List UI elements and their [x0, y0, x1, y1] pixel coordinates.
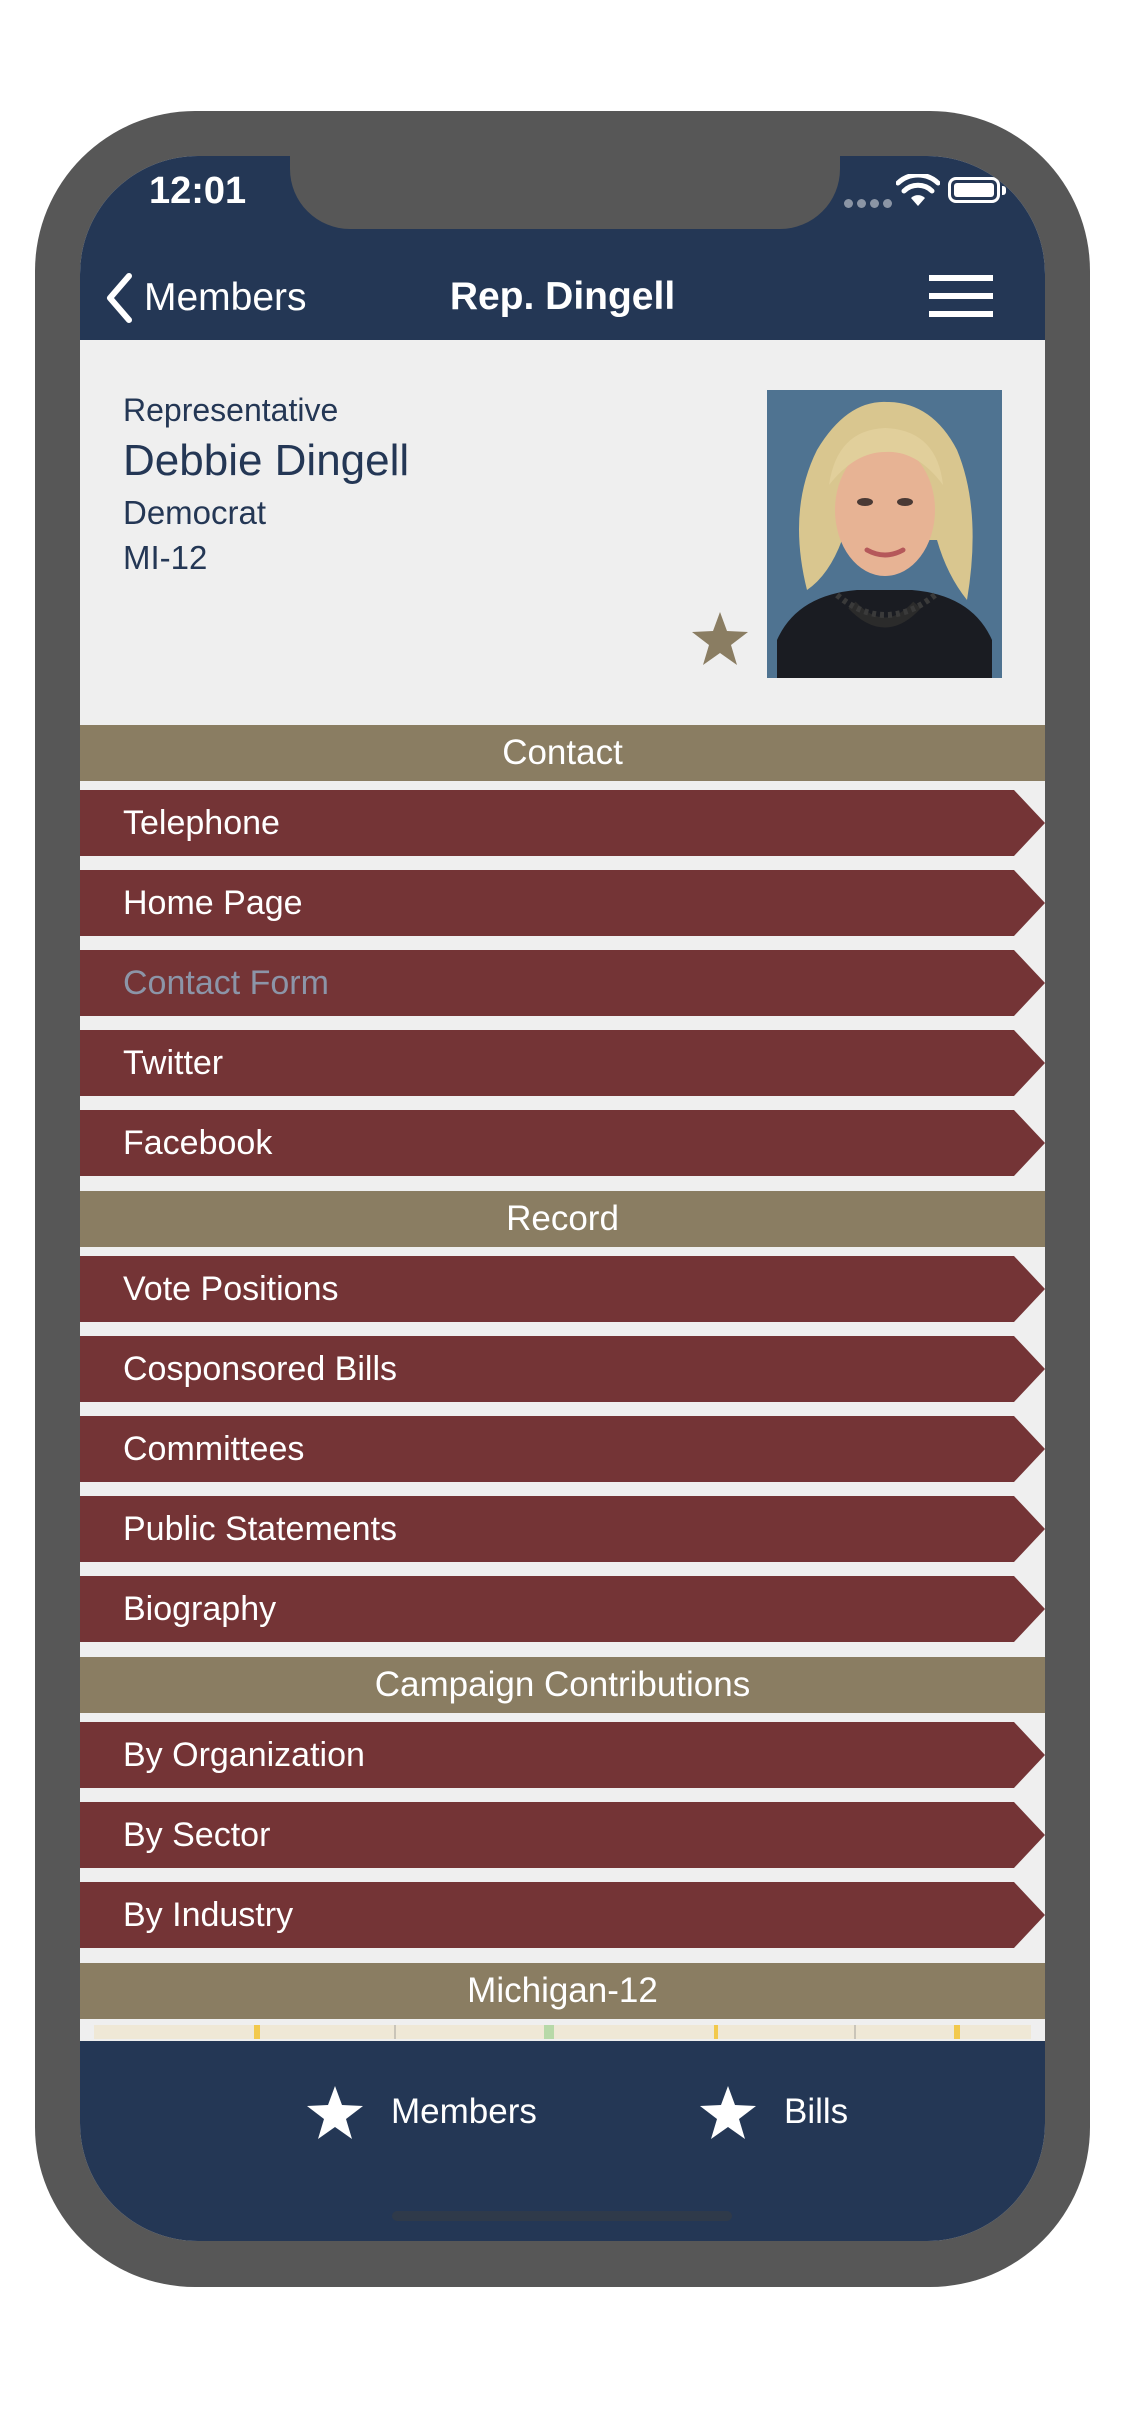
member-portrait	[767, 390, 1002, 678]
battery-icon	[948, 177, 1006, 203]
record-vote-positions-row[interactable]: Vote Positions	[80, 1256, 1045, 1322]
contact-twitter-row[interactable]: Twitter	[80, 1030, 1045, 1096]
map-tiles	[94, 2025, 1031, 2039]
contact-home-page-row[interactable]: Home Page	[80, 870, 1045, 936]
tab-bills-label: Bills	[784, 2092, 849, 2131]
contributions-by-industry-row[interactable]: By Industry	[80, 1882, 1045, 1948]
device-notch	[290, 156, 840, 229]
record-public-statements-row[interactable]: Public Statements	[80, 1496, 1045, 1562]
status-bar: 12:01	[80, 156, 1045, 253]
member-district: MI-12	[123, 539, 208, 576]
star-icon	[700, 2085, 756, 2139]
record-cosponsored-bills-row[interactable]: Cosponsored Bills	[80, 1336, 1045, 1402]
status-time: 12:01	[149, 170, 247, 212]
tab-members-label: Members	[391, 2092, 537, 2131]
tab-bills[interactable]: Bills	[698, 2080, 848, 2144]
home-indicator[interactable]	[392, 2211, 732, 2221]
navigation-bar: Members Rep. Dingell	[80, 253, 1045, 340]
section-header-contributions: Campaign Contributions	[80, 1657, 1045, 1713]
member-role: Representative	[123, 392, 339, 428]
contributions-by-sector-row[interactable]: By Sector	[80, 1802, 1045, 1868]
favorite-star-icon[interactable]	[690, 610, 750, 667]
tab-bar: Members Bills	[80, 2041, 1045, 2241]
section-header-record: Record	[80, 1191, 1045, 1247]
record-biography-row[interactable]: Biography	[80, 1576, 1045, 1642]
section-header-contact: Contact	[80, 725, 1045, 781]
member-party: Democrat	[123, 494, 267, 531]
contact-telephone-row[interactable]: Telephone	[80, 790, 1045, 856]
wifi-icon	[896, 174, 940, 206]
contact-facebook-row[interactable]: Facebook	[80, 1110, 1045, 1176]
app-screen: 12:01 Members Rep. Dingell Representativ…	[80, 156, 1045, 2241]
record-committees-row[interactable]: Committees	[80, 1416, 1045, 1482]
tab-members[interactable]: Members	[305, 2080, 537, 2144]
member-profile: Representative Debbie Dingell Democrat M…	[80, 340, 1045, 725]
page-title: Rep. Dingell	[449, 275, 676, 318]
contact-form-row: Contact Form	[80, 950, 1045, 1016]
star-icon	[307, 2085, 363, 2139]
contributions-by-organization-row[interactable]: By Organization	[80, 1722, 1045, 1788]
menu-button[interactable]	[929, 275, 993, 319]
hamburger-icon	[929, 275, 993, 281]
section-header-map: Michigan-12	[80, 1963, 1045, 2019]
district-map[interactable]	[94, 2025, 1031, 2039]
member-name: Debbie Dingell	[123, 436, 410, 485]
cellular-signal-icon	[844, 194, 892, 208]
